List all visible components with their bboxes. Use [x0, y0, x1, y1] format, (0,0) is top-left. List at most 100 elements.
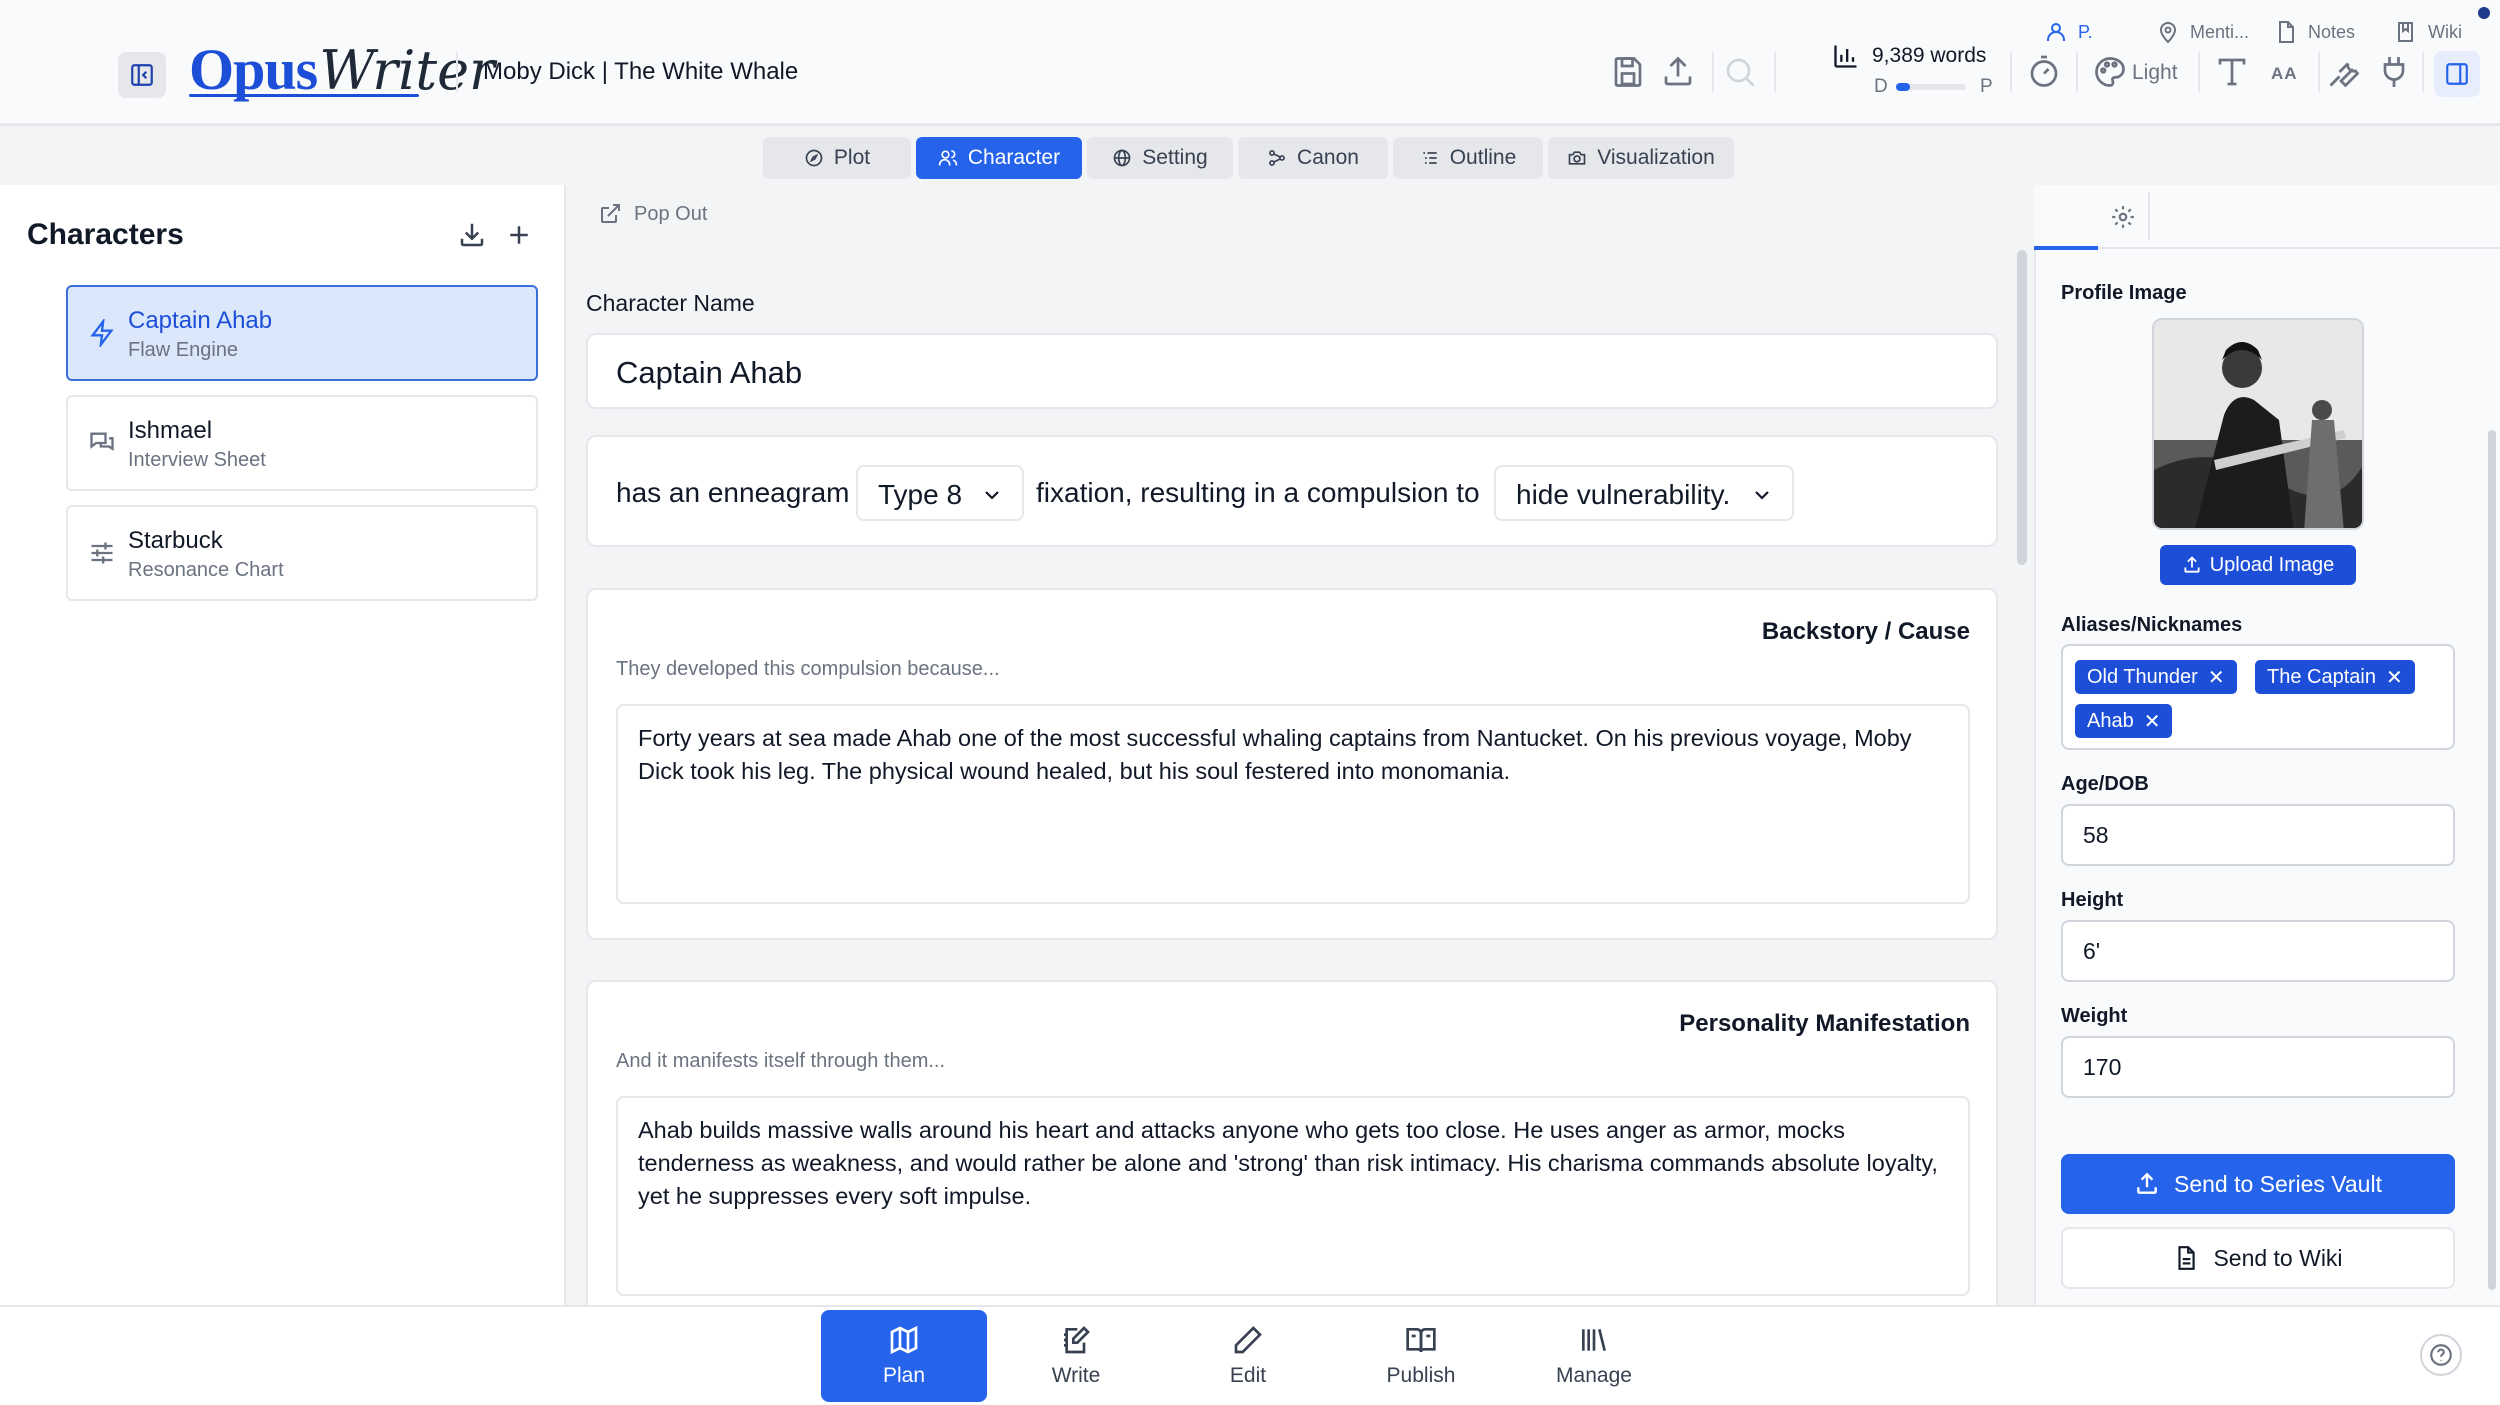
age-input[interactable]: 58 — [2061, 804, 2455, 866]
alias-chip[interactable]: The Captain ✕ — [2255, 660, 2415, 694]
plug-icon[interactable] — [2376, 54, 2412, 90]
remove-alias-icon[interactable]: ✕ — [2208, 665, 2225, 690]
character-name: Starbuck — [128, 527, 223, 554]
sidebar-title: Characters — [27, 218, 184, 251]
help-button[interactable] — [2420, 1334, 2462, 1376]
character-card-ishmael[interactable]: Ishmael Interview Sheet — [66, 395, 538, 491]
save-icon[interactable] — [1610, 54, 1646, 90]
alias-text: Old Thunder — [2087, 665, 2198, 688]
upload-image-button[interactable]: Upload Image — [2160, 545, 2356, 585]
aliases-input[interactable]: Old Thunder ✕ The Captain ✕ Ahab ✕ — [2061, 644, 2455, 750]
pop-out-button[interactable]: Pop Out — [598, 202, 707, 226]
character-card-captain-ahab[interactable]: Captain Ahab Flaw Engine — [66, 285, 538, 381]
status-dot — [2478, 7, 2490, 19]
backstory-textarea[interactable]: Forty years at sea made Ahab one of the … — [616, 704, 1970, 904]
character-card-starbuck[interactable]: Starbuck Resonance Chart — [66, 505, 538, 601]
upload-icon — [2137, 1172, 2157, 1194]
character-template: Resonance Chart — [128, 559, 284, 581]
palette-icon[interactable] — [2092, 54, 2128, 90]
tab-label: Menti... — [2190, 21, 2250, 42]
nav-edit[interactable]: Edit — [1165, 1310, 1331, 1402]
nav-manage[interactable]: Manage — [1511, 1310, 1677, 1402]
person-icon — [2047, 23, 2065, 41]
remove-alias-icon[interactable]: ✕ — [2144, 709, 2161, 734]
backstory-section: Backstory / Cause They developed this co… — [586, 588, 1998, 940]
tab-label: Plot — [833, 146, 871, 169]
bolt-icon — [90, 319, 114, 347]
search-icon[interactable] — [1722, 54, 1758, 90]
age-label: Age/DOB — [2061, 773, 2149, 795]
sidebar-collapse-icon — [131, 64, 153, 86]
logo-script: Writer — [319, 39, 495, 102]
camera-icon — [1568, 151, 1586, 165]
draft-progress-fill — [1896, 83, 1910, 91]
weight-value: 170 — [2083, 1054, 2122, 1080]
timer-icon[interactable] — [2026, 54, 2062, 90]
nav-label: Plan — [882, 1364, 926, 1387]
tab-wiki[interactable]: Wiki — [2394, 20, 2462, 44]
tab-divider — [2148, 192, 2150, 240]
wrench-icon[interactable] — [2326, 54, 2362, 90]
height-input[interactable]: 6' — [2061, 920, 2455, 982]
gear-icon[interactable] — [2110, 204, 2136, 230]
download-icon[interactable] — [457, 220, 487, 250]
details-scrollbar[interactable] — [2488, 430, 2496, 1290]
alias-chip[interactable]: Ahab ✕ — [2075, 704, 2173, 738]
document-icon — [2178, 1246, 2196, 1270]
tab-outline[interactable]: Outline — [1393, 137, 1543, 179]
theme-toggle[interactable]: Light — [2132, 61, 2178, 85]
chat-icon — [90, 432, 114, 452]
toggle-right-panel-button[interactable] — [2434, 51, 2480, 97]
send-to-wiki-button[interactable]: Send to Wiki — [2061, 1227, 2455, 1289]
logo-underline — [189, 94, 419, 97]
alias-chip[interactable]: Old Thunder ✕ — [2075, 660, 2237, 694]
export-icon[interactable] — [1660, 54, 1696, 90]
tab-character[interactable]: Character — [916, 137, 1082, 179]
main-scrollbar[interactable] — [2017, 250, 2027, 565]
enneagram-type-value: Type 8 — [878, 479, 963, 510]
font-size-toggle[interactable]: AA — [2271, 64, 2298, 84]
nav-label: Publish — [1386, 1364, 1456, 1387]
header-divider — [1774, 52, 1776, 92]
personality-textarea[interactable]: Ahab builds massive walls around his hea… — [616, 1096, 1970, 1296]
list-icon — [1423, 152, 1437, 164]
height-label: Height — [2061, 889, 2124, 911]
character-name-input[interactable]: Captain Ahab — [586, 333, 1998, 409]
map-icon — [890, 1325, 918, 1355]
tab-label: Setting — [1142, 146, 1208, 169]
personality-section: Personality Manifestation And it manifes… — [586, 980, 1998, 1340]
collapse-sidebar-button[interactable] — [118, 52, 166, 98]
header-divider — [456, 52, 458, 92]
send-to-series-vault-button[interactable]: Send to Series Vault — [2061, 1154, 2455, 1214]
character-template: Flaw Engine — [128, 339, 239, 361]
tab-setting[interactable]: Setting — [1087, 137, 1233, 179]
character-name: Captain Ahab — [128, 307, 273, 334]
tab-label: P. — [2078, 21, 2093, 42]
tab-mentions[interactable]: Menti... — [2156, 20, 2249, 44]
remove-alias-icon[interactable]: ✕ — [2386, 665, 2403, 690]
location-pin-icon — [2159, 22, 2177, 44]
compulsion-select[interactable]: hide vulnerability. — [1494, 465, 1794, 521]
tab-visualization[interactable]: Visualization — [1548, 137, 1734, 179]
nav-write[interactable]: Write — [993, 1310, 1159, 1402]
help-icon — [2430, 1344, 2452, 1366]
tab-notes[interactable]: Notes — [2274, 20, 2355, 44]
add-character-icon[interactable] — [504, 220, 534, 250]
tab-plot[interactable]: Plot — [763, 137, 911, 179]
typography-icon[interactable] — [2214, 54, 2250, 90]
nav-publish[interactable]: Publish — [1338, 1310, 1504, 1402]
globe-icon — [1113, 149, 1131, 167]
weight-input[interactable]: 170 — [2061, 1036, 2455, 1098]
network-icon — [1269, 150, 1285, 166]
external-link-icon — [601, 204, 620, 223]
nav-plan[interactable]: Plan — [821, 1310, 987, 1402]
nav-label: Write — [1051, 1364, 1101, 1387]
profile-image-label: Profile Image — [2061, 282, 2187, 304]
enneagram-type-select[interactable]: Type 8 — [856, 465, 1024, 521]
profile-image[interactable] — [2152, 318, 2364, 530]
header-divider — [2198, 52, 2200, 92]
header-divider — [2010, 52, 2012, 92]
tab-canon[interactable]: Canon — [1238, 137, 1388, 179]
tab-profile[interactable]: P. — [2044, 20, 2093, 44]
header-divider — [2076, 52, 2078, 92]
